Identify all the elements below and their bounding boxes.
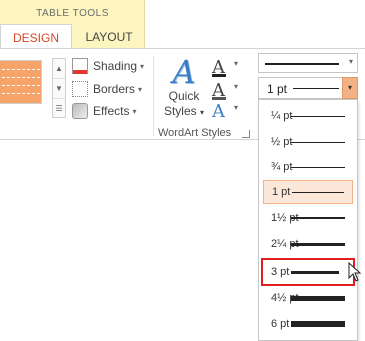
borders-icon xyxy=(72,81,88,97)
weight-option-three-quarter[interactable]: ¾ pt xyxy=(263,155,353,179)
quick-styles-label-1: Quick xyxy=(168,89,200,103)
chevron-down-icon: ▾ xyxy=(234,59,239,68)
shading-button[interactable]: Shading ▾ xyxy=(72,56,144,76)
weight-option-3pt[interactable]: 3 pt xyxy=(261,258,355,286)
quick-styles-button[interactable]: A Quick Styles ▾ xyxy=(160,55,208,125)
scroll-up-icon[interactable]: ▲ xyxy=(53,59,65,79)
chevron-down-icon: ▾ xyxy=(348,57,353,66)
weight-option-1pt[interactable]: 1 pt xyxy=(263,180,353,204)
text-effects-icon: A xyxy=(212,101,225,122)
effects-icon xyxy=(72,103,88,119)
group-divider xyxy=(153,56,154,136)
weight-option-half[interactable]: ½ pt xyxy=(263,130,353,154)
weight-option-6pt[interactable]: 6 pt xyxy=(263,312,353,336)
effects-label: Effects xyxy=(93,104,130,118)
weight-option-1-5pt[interactable]: 1½ pt xyxy=(263,206,353,230)
dialog-launcher-icon[interactable] xyxy=(242,130,250,138)
scroll-down-icon[interactable]: ▼ xyxy=(53,79,65,99)
shading-icon xyxy=(72,58,88,74)
pen-weight-value: 1 pt xyxy=(267,82,288,96)
text-outline-button[interactable]: A ▾ xyxy=(212,80,248,101)
tab-layout[interactable]: LAYOUT xyxy=(73,24,145,50)
borders-label: Borders xyxy=(93,82,136,96)
chevron-down-icon: ▾ xyxy=(140,61,145,71)
quick-styles-label-2: Styles ▾ xyxy=(163,104,205,118)
chevron-down-icon: ▾ xyxy=(132,106,137,116)
text-fill-button[interactable]: A ▾ xyxy=(212,57,248,78)
shading-label: Shading xyxy=(93,59,138,73)
chevron-down-icon: ▾ xyxy=(234,82,239,91)
text-effects-button[interactable]: A ▾ xyxy=(212,101,248,122)
borders-button[interactable]: Borders ▾ xyxy=(72,79,142,99)
gallery-more-icon[interactable]: ☰ xyxy=(53,99,65,119)
weight-option-quarter[interactable]: ¼ pt xyxy=(263,104,353,128)
context-title: TABLE TOOLS xyxy=(36,8,109,19)
dropdown-arrow-icon[interactable]: ▾ xyxy=(342,77,358,99)
document-area[interactable] xyxy=(0,141,258,341)
pen-weight-menu: ¼ pt ½ pt ¾ pt 1 pt 1½ pt 2¼ pt 3 pt 4½ … xyxy=(258,99,358,341)
weight-option-2-25pt[interactable]: 2¼ pt xyxy=(263,232,353,256)
chevron-down-icon: ▾ xyxy=(138,84,143,94)
wordart-group-label: WordArt Styles xyxy=(158,127,232,139)
pen-weight-dropdown[interactable]: 1 pt ▾ xyxy=(258,77,358,99)
chevron-down-icon: ▾ xyxy=(234,103,239,112)
table-style-thumbnail[interactable] xyxy=(0,60,42,104)
gallery-scroll[interactable]: ▲ ▼ ☰ xyxy=(52,58,66,118)
pen-style-dropdown[interactable]: ▾ xyxy=(258,53,358,73)
mouse-cursor-icon xyxy=(348,262,362,282)
effects-button[interactable]: Effects ▾ xyxy=(72,101,136,121)
quick-styles-icon: A xyxy=(172,53,196,91)
weight-option-4-5pt[interactable]: 4½ pt xyxy=(263,286,353,310)
